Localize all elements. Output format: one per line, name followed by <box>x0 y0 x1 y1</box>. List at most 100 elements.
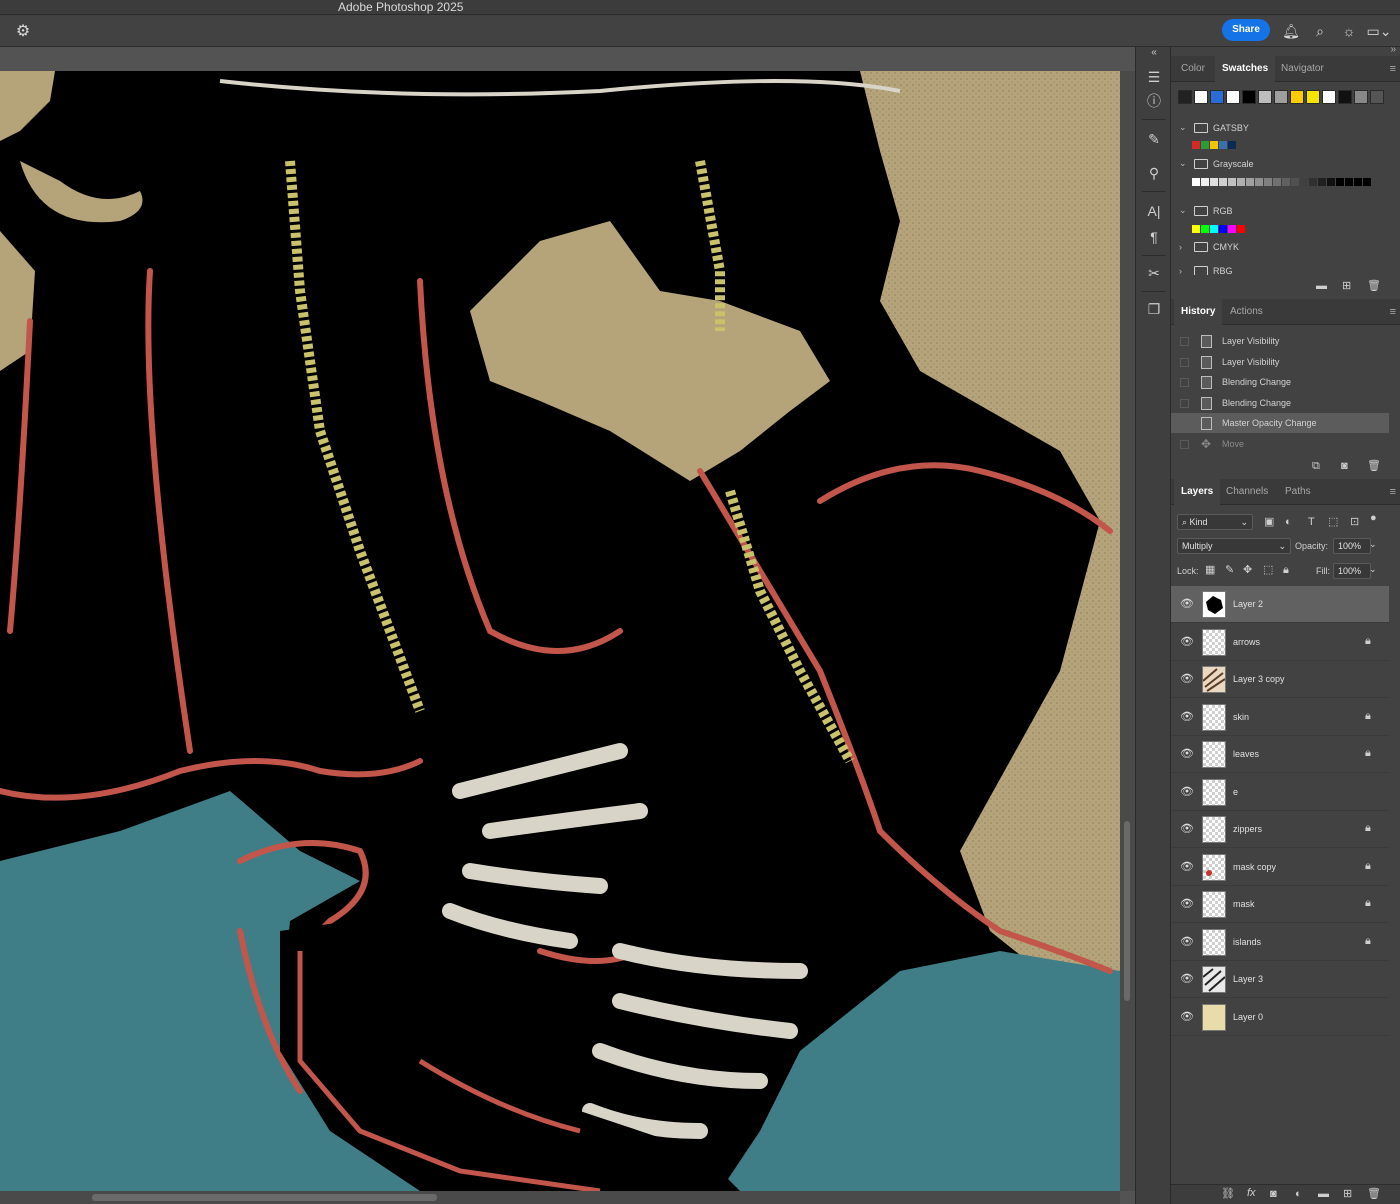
lock-artboard-icon[interactable]: ⬚ <box>1263 564 1273 576</box>
history-item[interactable]: ✥ Move <box>1171 434 1389 454</box>
chevron-down-icon[interactable]: ⌄ <box>1369 539 1377 550</box>
tool-presets-icon[interactable]: ✂ <box>1142 261 1166 285</box>
lightbulb-icon[interactable]: ☼ <box>1339 21 1359 41</box>
vertical-scroll-thumb[interactable] <box>1124 821 1130 1001</box>
swatch[interactable] <box>1370 90 1384 104</box>
swatch-group-cmyk[interactable]: › CMYK <box>1179 242 1239 252</box>
collapse-dock-icon[interactable]: » <box>1390 44 1396 55</box>
eye-icon[interactable]: 👁︎ <box>1180 1011 1194 1023</box>
eye-icon[interactable]: 👁︎ <box>1180 748 1194 760</box>
swatch-group-rgb[interactable]: ⌄ RGB <box>1179 205 1233 216</box>
eye-icon[interactable]: 👁︎ <box>1180 673 1194 685</box>
swatch[interactable] <box>1290 90 1304 104</box>
eye-icon[interactable]: 👁︎ <box>1180 598 1194 610</box>
artwork-canvas[interactable] <box>0 71 1120 1191</box>
layer-row[interactable]: 👁︎ Layer 2 <box>1171 586 1389 623</box>
horizontal-scrollbar[interactable] <box>0 1191 1120 1204</box>
link-icon[interactable]: ⛓︎ <box>1221 1188 1235 1200</box>
workspace-icon[interactable]: ▭⌄ <box>1366 21 1392 41</box>
collapse-panels-icon[interactable]: « <box>1142 41 1166 65</box>
tab-paths[interactable]: Paths <box>1278 479 1318 505</box>
panel-menu-icon[interactable]: ≡ <box>1390 486 1396 498</box>
info-icon[interactable]: ⓘ <box>1142 89 1166 113</box>
tab-swatches[interactable]: Swatches <box>1215 56 1276 82</box>
lock-image-icon[interactable]: ✎ <box>1225 564 1234 576</box>
layer-row[interactable]: 👁︎ arrows 🔒︎ <box>1171 624 1389 661</box>
blend-mode-select[interactable]: Multiply ⌄ <box>1177 538 1291 554</box>
history-item-selected[interactable]: Master Opacity Change <box>1171 413 1389 433</box>
swatch-group-gatsby[interactable]: ⌄ GATSBY <box>1179 122 1249 133</box>
swatch[interactable] <box>1322 90 1336 104</box>
layer-row[interactable]: 👁︎ Layer 0 <box>1171 999 1389 1036</box>
adjustment-layer-icon[interactable]: ◐ <box>1295 1188 1302 1200</box>
swatch[interactable] <box>1306 90 1320 104</box>
new-document-from-state-icon[interactable]: ⧉ <box>1312 460 1320 472</box>
new-group-icon[interactable]: ▬ <box>1316 280 1327 292</box>
history-item[interactable]: Layer Visibility <box>1171 352 1389 372</box>
folder-icon[interactable]: ▬ <box>1318 1188 1329 1200</box>
swatch[interactable] <box>1226 90 1240 104</box>
layer-row[interactable]: 👁︎ Layer 3 <box>1171 961 1389 998</box>
swatch[interactable] <box>1242 90 1256 104</box>
layer-row[interactable]: 👁︎ Layer 3 copy <box>1171 661 1389 698</box>
camera-icon[interactable]: ◙ <box>1341 460 1348 472</box>
swatch[interactable] <box>1194 90 1208 104</box>
tab-actions[interactable]: Actions <box>1223 299 1270 325</box>
layer-row[interactable]: 👁︎ e <box>1171 774 1389 811</box>
swatch[interactable] <box>1258 90 1272 104</box>
share-button[interactable]: Share <box>1222 19 1270 41</box>
panel-menu-icon[interactable]: ≡ <box>1390 63 1396 75</box>
eye-icon[interactable]: 👁︎ <box>1180 973 1194 985</box>
character-icon[interactable]: A| <box>1142 199 1166 223</box>
libraries-icon[interactable]: ❐ <box>1142 297 1166 321</box>
search-icon[interactable]: ⌕ <box>1310 21 1330 41</box>
chevron-down-icon[interactable]: ⌄ <box>1369 564 1377 575</box>
lock-all-icon[interactable]: 🔒︎ <box>1283 564 1289 576</box>
horizontal-scroll-thumb[interactable] <box>92 1194 437 1201</box>
layer-row[interactable]: 👁︎ leaves 🔒︎ <box>1171 736 1389 773</box>
opacity-field[interactable]: 100% <box>1333 538 1371 554</box>
tab-layers[interactable]: Layers <box>1174 479 1221 505</box>
new-layer-icon[interactable]: ⊞ <box>1343 1188 1352 1200</box>
filter-toggle-icon[interactable]: ● <box>1370 512 1377 524</box>
swatch-group-grayscale[interactable]: ⌄ Grayscale <box>1179 158 1254 169</box>
layer-row[interactable]: 👁︎ mask copy 🔒︎ <box>1171 849 1389 886</box>
eye-icon[interactable]: 👁︎ <box>1180 861 1194 873</box>
layer-row[interactable]: 👁︎ mask 🔒︎ <box>1171 886 1389 923</box>
tab-history[interactable]: History <box>1174 299 1223 325</box>
trash-icon[interactable]: 🗑︎ <box>1367 1188 1381 1200</box>
trash-icon[interactable]: 🗑︎ <box>1367 460 1381 472</box>
tab-color[interactable]: Color <box>1174 56 1212 82</box>
swatch[interactable] <box>1274 90 1288 104</box>
eye-icon[interactable]: 👁︎ <box>1180 823 1194 835</box>
new-swatch-icon[interactable]: ⊞ <box>1342 280 1351 292</box>
layer-row[interactable]: 👁︎ islands 🔒︎ <box>1171 924 1389 961</box>
lock-position-icon[interactable]: ✥ <box>1243 564 1252 576</box>
history-item[interactable]: Blending Change <box>1171 372 1389 392</box>
fx-icon[interactable]: fx <box>1247 1187 1256 1199</box>
swatch[interactable] <box>1338 90 1352 104</box>
kind-filter-select[interactable]: ⌕ Kind ⌄ <box>1177 514 1253 530</box>
eye-icon[interactable]: 👁︎ <box>1180 936 1194 948</box>
type-filter-icon[interactable]: T <box>1308 516 1315 528</box>
eye-icon[interactable]: 👁︎ <box>1180 711 1194 723</box>
image-filter-icon[interactable]: ▣ <box>1264 516 1274 528</box>
tab-navigator[interactable]: Navigator <box>1274 56 1331 82</box>
trash-icon[interactable]: 🗑︎ <box>1367 280 1381 292</box>
swatch[interactable] <box>1354 90 1368 104</box>
gear-icon[interactable]: ⚙ <box>14 23 32 41</box>
brush-settings-icon[interactable]: ✎ <box>1142 127 1166 151</box>
smart-object-filter-icon[interactable]: ⊡ <box>1350 516 1359 528</box>
clone-source-icon[interactable]: ⚲ <box>1142 161 1166 185</box>
adjustment-filter-icon[interactable]: ◐ <box>1285 516 1292 528</box>
mask-icon[interactable]: ◙ <box>1270 1188 1277 1200</box>
fill-field[interactable]: 100% <box>1333 563 1371 579</box>
layer-row[interactable]: 👁︎ skin 🔒︎ <box>1171 699 1389 736</box>
history-item[interactable]: Layer Visibility <box>1171 331 1389 351</box>
vertical-scrollbar[interactable] <box>1120 71 1135 1191</box>
tab-channels[interactable]: Channels <box>1219 479 1275 505</box>
history-item[interactable]: Blending Change <box>1171 393 1389 413</box>
lock-transparent-icon[interactable]: ▦ <box>1205 564 1215 576</box>
adjustments-icon[interactable]: ☰ <box>1142 65 1166 89</box>
swatch[interactable] <box>1210 90 1224 104</box>
